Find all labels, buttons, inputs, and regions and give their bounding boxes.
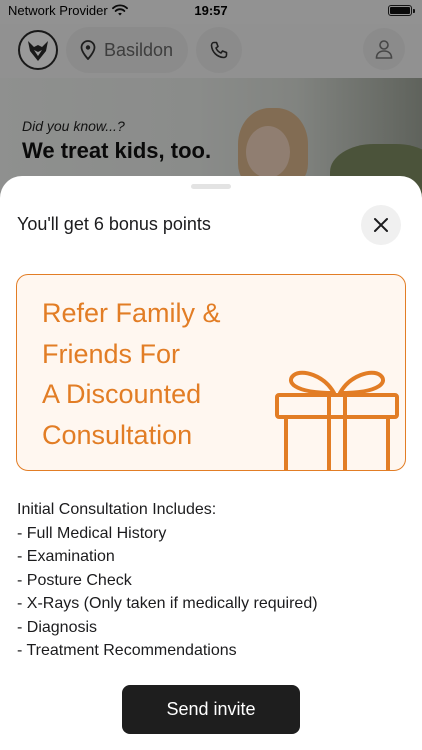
close-icon [374,218,388,232]
list-item: - Diagnosis [17,618,98,636]
list-item: - Examination [17,548,115,565]
list-item: - Full Medical History [17,524,167,542]
sheet-grabber-handle[interactable] [191,184,231,189]
promo-line: Consultation [42,419,193,450]
promo-line: Friends For [42,338,181,369]
send-invite-button[interactable]: Send invite [122,685,300,734]
promo-line: A Discounted [42,379,202,409]
includes-heading: Initial Consultation Includes: [17,501,217,518]
consultation-includes: Initial Consultation Includes: - Full Me… [17,498,318,663]
referral-promo-card: Refer Family & Friends For A Discounted … [16,274,406,471]
referral-bottom-sheet: You'll get 6 bonus points Refer Family &… [0,176,422,750]
close-button[interactable] [361,205,401,245]
list-item: - X-Rays (Only taken if medically requir… [17,595,318,612]
sheet-title: You'll get 6 bonus points [17,214,211,234]
promo-headline: Refer Family & Friends For A Discounted … [42,293,282,455]
promo-line: Refer Family & [42,298,221,328]
gift-icon [275,370,399,470]
list-item: - Posture Check [17,571,132,589]
list-item: - Treatment Recommendations [17,642,237,659]
